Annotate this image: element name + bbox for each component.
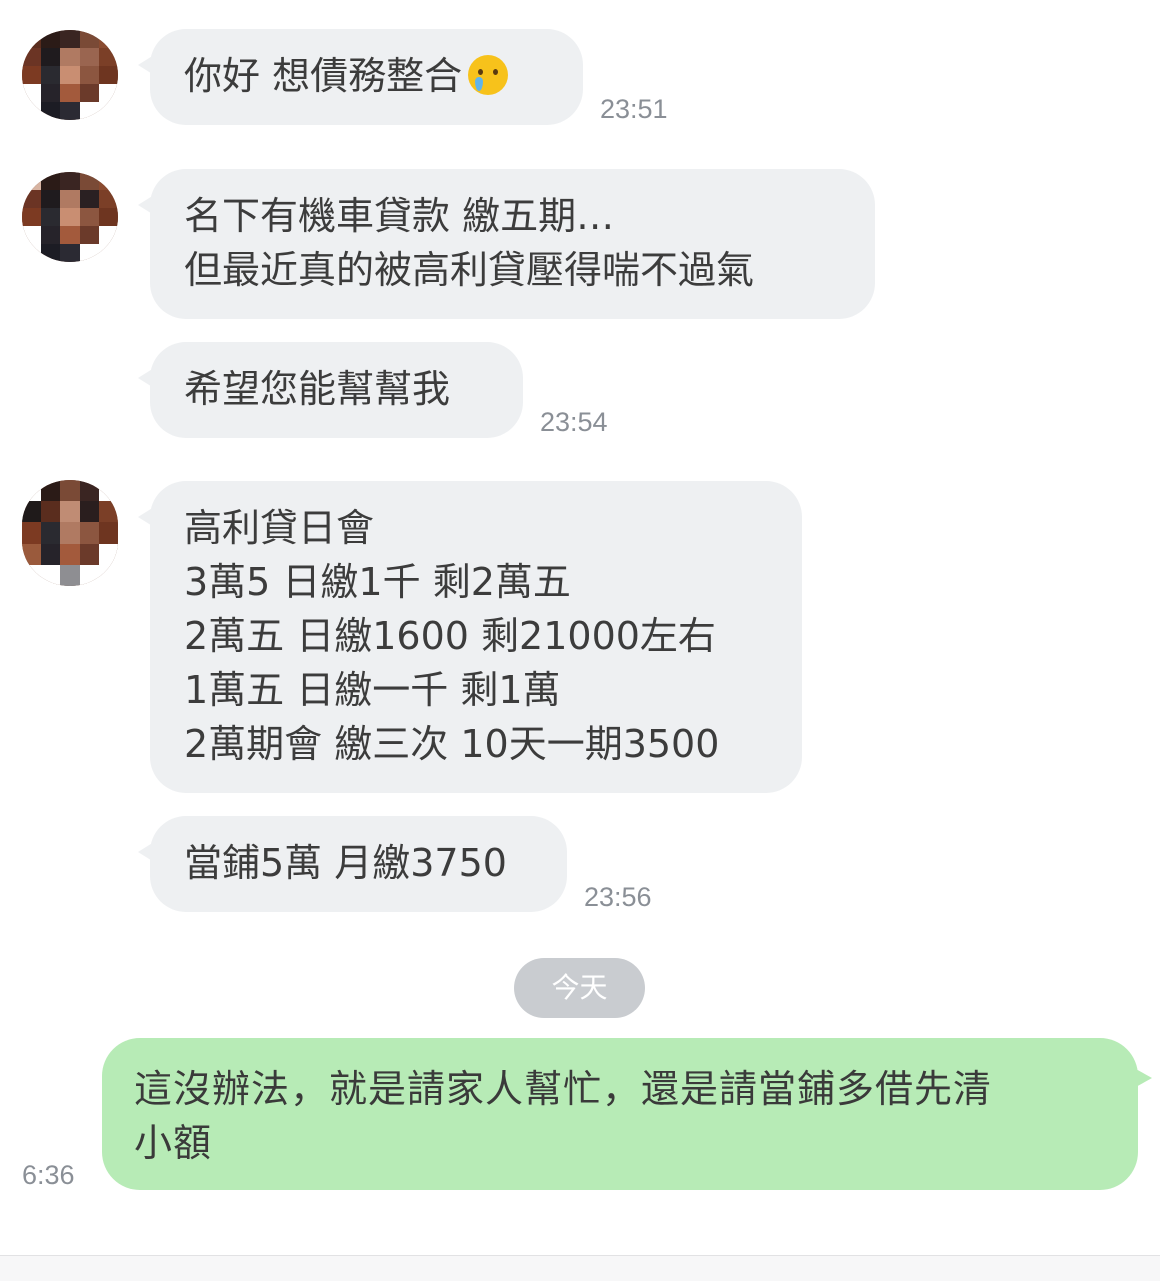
message-text-line: 小額: [134, 1121, 213, 1165]
contact-avatar[interactable]: [22, 30, 118, 120]
message-text-line: 高利貸日會: [184, 506, 375, 550]
message-text: 你好 想債務整合: [184, 54, 463, 98]
message-timestamp: 23:54: [540, 407, 608, 437]
message-timestamp: 6:36: [22, 1160, 75, 1190]
contact-avatar[interactable]: [22, 480, 118, 586]
message-text-line: 2萬五 日繳1600 剩21000左右: [184, 614, 716, 658]
message-text-line: 2萬期會 繳三次 10天一期3500: [184, 722, 720, 766]
message-text-line: 1萬五 日繳一千 剩1萬: [184, 668, 561, 712]
crying-face-emoji-icon: [468, 55, 509, 95]
date-divider: 今天: [514, 958, 645, 1018]
message-text-line: 3萬5 日繳1千 剩2萬五: [184, 560, 571, 604]
message-text: 希望您能幫幫我: [184, 367, 451, 411]
message-text-line: 名下有機車貸款 繳五期…: [184, 194, 615, 238]
contact-avatar[interactable]: [22, 172, 118, 262]
incoming-message[interactable]: 當鋪5萬 月繳3750: [138, 816, 567, 912]
incoming-message[interactable]: 你好 想債務整合: [138, 29, 583, 125]
incoming-message[interactable]: 高利貸日會 3萬5 日繳1千 剩2萬五 2萬五 日繳1600 剩21000左右 …: [138, 481, 802, 793]
incoming-message[interactable]: 名下有機車貸款 繳五期… 但最近真的被高利貸壓得喘不過氣: [138, 169, 875, 319]
message-timestamp: 23:56: [584, 882, 652, 912]
outgoing-message[interactable]: 這沒辦法，就是請家人幫忙，還是請當鋪多借先清 小額: [102, 1038, 1152, 1190]
message-text-line: 但最近真的被高利貸壓得喘不過氣: [184, 248, 755, 292]
input-bar[interactable]: [0, 1255, 1160, 1281]
message-text-line: 這沒辦法，就是請家人幫忙，還是請當鋪多借先清: [134, 1067, 993, 1111]
incoming-message[interactable]: 希望您能幫幫我: [138, 342, 523, 438]
message-timestamp: 23:51: [600, 94, 668, 124]
message-text: 當鋪5萬 月繳3750: [184, 841, 507, 885]
